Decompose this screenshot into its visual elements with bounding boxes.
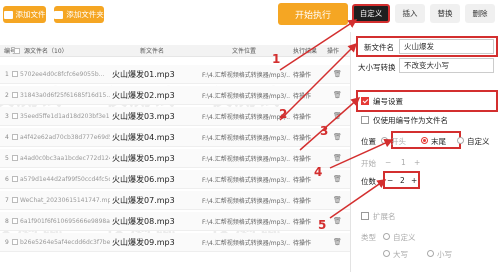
annotation-number: 4 [314,165,323,179]
annotation-arrows [279,19,394,219]
arrow-1 [279,19,358,71]
annotation-number: 1 [272,52,281,66]
annotation-number: 5 [318,218,327,232]
annotation-number: 3 [320,124,329,138]
arrow-2 [279,42,358,121]
arrow-3 [299,97,361,151]
arrow-4 [329,138,394,169]
annotation-number: 2 [279,107,288,121]
arrow-5 [329,179,387,219]
